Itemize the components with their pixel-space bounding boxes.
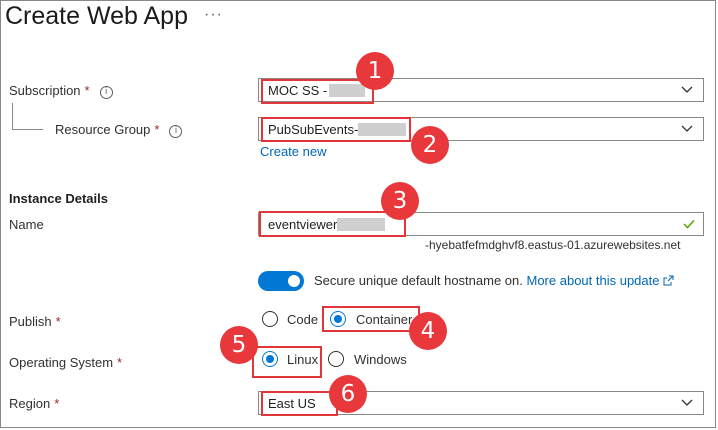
operating-system-label: Operating System * bbox=[9, 355, 123, 370]
publish-code-radio[interactable] bbox=[262, 311, 278, 327]
create-new-link[interactable]: Create new bbox=[260, 144, 326, 159]
step-badge-4: 4 bbox=[409, 312, 447, 350]
check-icon bbox=[683, 219, 695, 229]
highlight-linux bbox=[252, 346, 322, 378]
secure-hostname-toggle[interactable] bbox=[258, 271, 304, 291]
hostname-suffix: -hyebatfefmdghvf8.eastus-01.azurewebsite… bbox=[425, 238, 681, 252]
resource-group-label: Resource Group * i bbox=[55, 122, 183, 138]
tree-connector bbox=[12, 103, 43, 130]
chevron-down-icon bbox=[681, 86, 693, 93]
step-badge-6: 6 bbox=[329, 375, 367, 413]
external-link-icon[interactable] bbox=[663, 275, 674, 286]
more-about-update-link[interactable]: More about this update bbox=[527, 273, 660, 288]
more-options-icon[interactable]: ··· bbox=[204, 6, 223, 24]
info-icon[interactable]: i bbox=[99, 86, 113, 99]
os-windows-label[interactable]: Windows bbox=[354, 352, 407, 367]
subscription-label: Subscription * i bbox=[9, 83, 113, 99]
region-label: Region * bbox=[9, 396, 60, 411]
step-badge-5: 5 bbox=[220, 326, 258, 364]
publish-code-label[interactable]: Code bbox=[287, 312, 318, 327]
highlight-subscription bbox=[261, 79, 374, 104]
step-badge-3: 3 bbox=[381, 182, 419, 220]
highlight-container bbox=[322, 306, 420, 332]
highlight-resource-group bbox=[261, 117, 411, 142]
chevron-down-icon bbox=[681, 125, 693, 132]
step-badge-2: 2 bbox=[411, 126, 449, 164]
highlight-region bbox=[261, 391, 338, 416]
name-label: Name bbox=[9, 217, 44, 232]
os-windows-radio[interactable] bbox=[328, 351, 344, 367]
step-badge-1: 1 bbox=[356, 52, 394, 90]
highlight-name bbox=[259, 211, 406, 237]
info-icon[interactable]: i bbox=[169, 125, 183, 138]
chevron-down-icon bbox=[681, 399, 693, 406]
instance-details-heading: Instance Details bbox=[9, 191, 108, 206]
page-title: Create Web App bbox=[5, 2, 188, 30]
secure-hostname-text: Secure unique default hostname on. bbox=[314, 273, 523, 288]
publish-label: Publish * bbox=[9, 314, 61, 329]
